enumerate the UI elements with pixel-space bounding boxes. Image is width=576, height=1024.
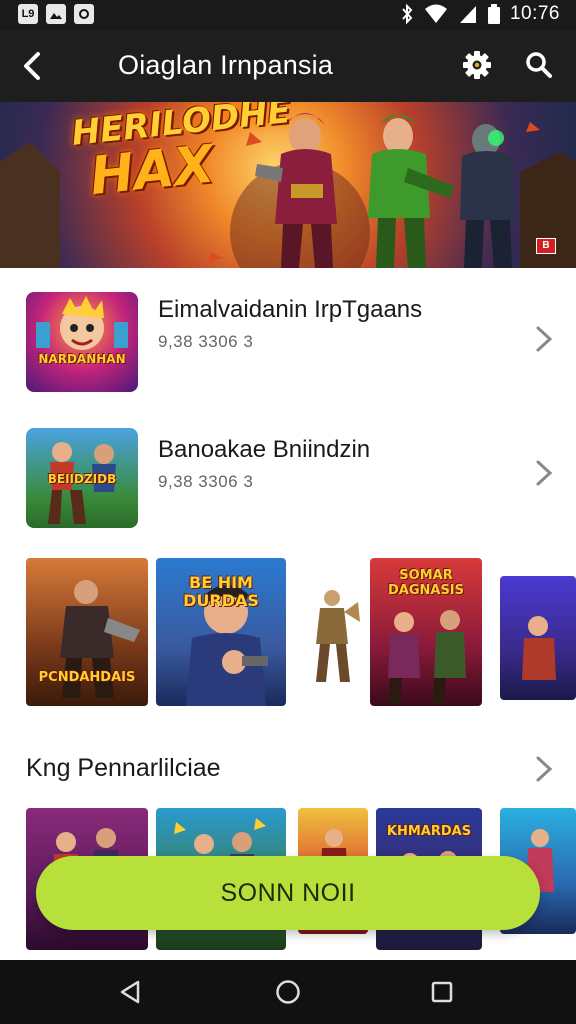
chevron-right-icon <box>536 460 553 486</box>
battery-icon <box>487 4 500 24</box>
search-button[interactable] <box>520 46 558 84</box>
nav-back-button[interactable] <box>114 976 146 1008</box>
card-label: SOMAR DAGNASIS <box>387 568 465 598</box>
image-icon <box>46 4 66 24</box>
cta-label: SONN NOII <box>220 878 356 907</box>
list-item-title: Banoakae Bniindzin <box>158 436 371 463</box>
status-time: 10:76 <box>509 3 560 24</box>
card-label: PCNDAHDAIS <box>38 670 136 685</box>
page-title: Oiaglan Irnpansia <box>118 50 334 80</box>
carousel-card[interactable] <box>304 582 360 686</box>
search-icon <box>526 52 552 78</box>
notification-icon <box>74 4 94 24</box>
list-item-subtitle: 9,38 3306 3 <box>158 332 254 351</box>
game-art <box>36 296 128 350</box>
card-label: KHMARDAS <box>386 824 472 839</box>
carousel-card[interactable] <box>500 576 576 700</box>
carousel-card[interactable]: BE HIM DURDAS <box>156 558 286 706</box>
list-item[interactable]: BEIIDZIDB Banoakae Bniindzin 9,38 3306 3 <box>0 428 576 548</box>
thumbnail-label: BEIIDZIDB <box>47 472 117 486</box>
bluetooth-icon <box>400 4 414 24</box>
status-right-icons: 10:76 <box>400 3 560 25</box>
featured-banner[interactable]: HERILODHE HAX B <box>0 102 576 268</box>
signal-icon <box>458 4 478 24</box>
nav-recents-icon <box>431 981 453 1003</box>
back-arrow-icon <box>24 52 40 80</box>
wifi-icon <box>424 4 448 24</box>
status-bar: L9 10:76 <box>0 0 576 30</box>
app-bar: Oiaglan Irnpansia <box>0 30 576 102</box>
back-button[interactable] <box>14 48 50 84</box>
game-carousel: PCNDAHDAIS BE HIM DURDAS SOMAR DAGNASIS <box>0 558 576 708</box>
primary-cta-button[interactable]: SONN NOII <box>36 856 540 930</box>
list-item-subtitle: 9,38 3306 3 <box>158 472 254 491</box>
list-item-title: Eimalvaidanin IrpTgaans <box>158 296 423 323</box>
system-nav-bar <box>0 960 576 1024</box>
app-notification-icon: L9 <box>18 4 38 24</box>
chevron-right-icon <box>536 326 553 352</box>
game-thumbnail: BEIIDZIDB <box>26 428 138 528</box>
card-art <box>522 616 556 680</box>
section-header[interactable]: Kng Pennarlilciae <box>0 746 576 790</box>
chevron-right-icon <box>536 756 553 782</box>
status-left-icons: L9 <box>18 4 94 24</box>
nav-home-icon <box>276 980 300 1004</box>
card-label: BE HIM DURDAS <box>183 573 259 610</box>
thumbnail-label: NARDANHAN <box>38 352 126 366</box>
nav-home-button[interactable] <box>272 976 304 1008</box>
carousel-card[interactable]: PCNDAHDAIS <box>26 558 148 706</box>
nav-recents-button[interactable] <box>426 976 458 1008</box>
gear-icon <box>463 51 491 79</box>
list-item[interactable]: NARDANHAN Eimalvaidanin IrpTgaans 9,38 3… <box>0 292 576 412</box>
section-title: Kng Pennarlilciae <box>26 754 221 782</box>
carousel-card[interactable]: SOMAR DAGNASIS <box>370 558 482 706</box>
game-thumbnail: NARDANHAN <box>26 292 138 392</box>
banner-badge: B <box>536 238 556 254</box>
nav-back-icon <box>120 980 140 1004</box>
settings-button[interactable] <box>458 46 496 84</box>
card-art <box>316 590 360 682</box>
